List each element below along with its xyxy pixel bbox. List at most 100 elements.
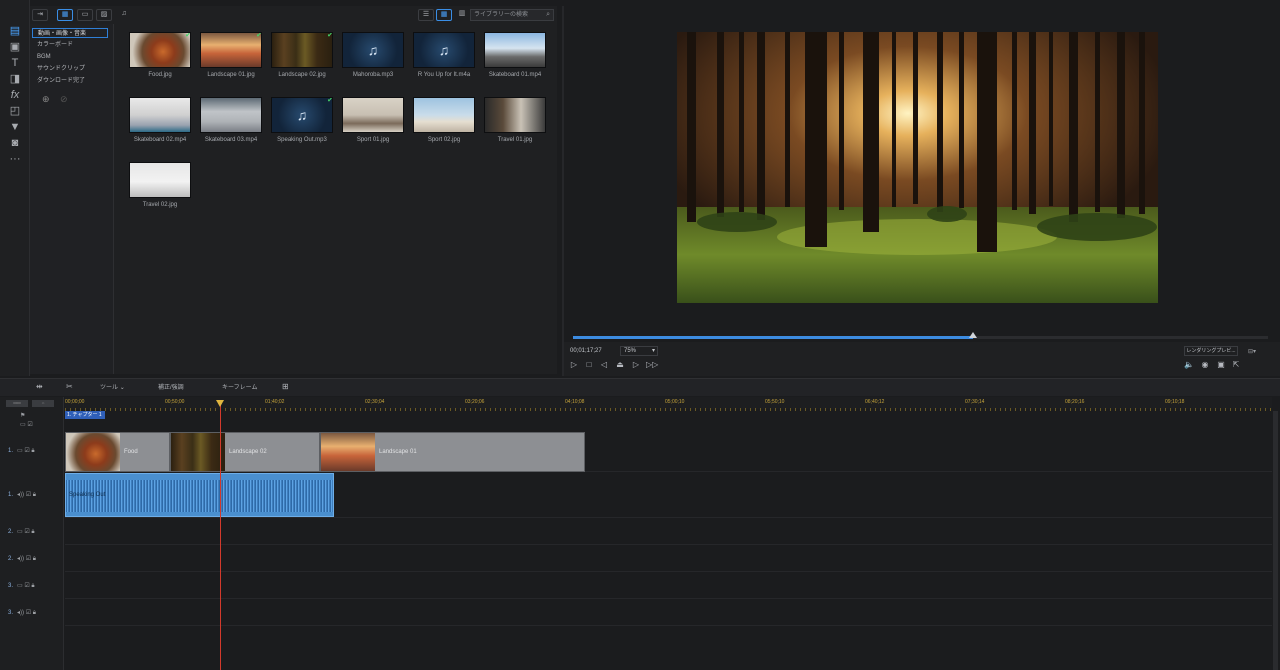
media-tile[interactable]: Sport 01.jpg (342, 97, 404, 145)
playhead-handle[interactable] (216, 400, 224, 407)
stop-icon[interactable]: □ (584, 360, 594, 370)
category-item[interactable]: BGM (32, 52, 108, 62)
ruler-tick-label: 03;20;06 (465, 399, 485, 405)
search-placeholder: ライブラリーの検索 (474, 12, 529, 18)
snapshot-clip-icon[interactable]: ⏏ (615, 360, 625, 370)
tools-menu[interactable]: ツール ⌄ (100, 382, 125, 391)
timeline-vscrollbar[interactable] (1273, 411, 1278, 670)
video-track-header[interactable]: 2. ▭ ☑ 🔒︎ (8, 528, 35, 536)
3d-icon[interactable]: ▣ (1216, 360, 1226, 370)
grid-view-icon[interactable]: ▦ (436, 9, 452, 21)
media-name: Travel 02.jpg (142, 202, 178, 208)
audio-track-header[interactable]: 1. ◂)) ☑ 🔒︎ (8, 491, 36, 499)
media-tile[interactable]: Skateboard 02.mp4 (129, 97, 191, 145)
waveform (66, 480, 333, 512)
clip-thumbnail (321, 433, 375, 471)
timeline-toolbar (0, 378, 1280, 396)
keyframe-button[interactable]: キーフレーム (222, 382, 257, 391)
undock-icon[interactable]: ⇱ (1231, 360, 1241, 370)
timeline-lane[interactable] (65, 599, 1272, 626)
media-name: R You Up for It.m4a (417, 72, 471, 78)
more-icon[interactable]: ··· (8, 152, 22, 166)
filter-all-icon[interactable]: ▦ (57, 9, 73, 21)
transition-icon[interactable]: ◨ (8, 72, 22, 86)
scrubber-handle[interactable] (969, 332, 977, 338)
ruler-tick-label: 01;40;02 (265, 399, 285, 405)
filter-video-icon[interactable]: ▭ (77, 9, 93, 21)
media-tile[interactable]: Skateboard 01.mp4 (484, 32, 546, 80)
audio-track-header[interactable]: 2. ◂)) ☑ 🔒︎ (8, 555, 36, 563)
category-item[interactable]: カラーボード (32, 40, 108, 50)
list-view-icon[interactable]: ☰ (418, 9, 434, 21)
play-icon[interactable]: ▷ (569, 360, 579, 370)
image-thumbnail (413, 97, 475, 133)
category-item[interactable]: 動画・画像・音楽 (32, 28, 108, 38)
media-tile[interactable]: ✔ Landscape 01.jpg (200, 32, 262, 80)
next-frame-icon[interactable]: ▷ (631, 360, 641, 370)
import-icon[interactable]: ⇥ (32, 9, 48, 21)
timeline-lane[interactable] (65, 518, 1272, 545)
fast-forward-icon[interactable]: ▷▷ (646, 360, 658, 370)
category-item[interactable]: ダウンロード完了 (32, 76, 108, 86)
category-item[interactable]: サウンドクリップ (32, 64, 108, 74)
chevron-down-icon: ⌄ (119, 385, 125, 391)
prev-frame-icon[interactable]: ◁ (599, 360, 609, 370)
media-tile[interactable]: Skateboard 03.mp4 (200, 97, 262, 145)
video-thumbnail (484, 32, 546, 68)
sort-icon[interactable]: ▥ (454, 9, 470, 21)
zoom-value: 75% (624, 348, 637, 354)
fx-icon[interactable]: fx (8, 88, 22, 102)
video-track-header[interactable]: 3. ▭ ☑ 🔒︎ (8, 582, 35, 590)
view-toggle-button[interactable]: ▭▭ (6, 400, 28, 407)
media-tile[interactable]: ✔ Landscape 02.jpg (271, 32, 333, 80)
video-clip[interactable]: Landscape 02 (170, 432, 320, 472)
chapter-marker[interactable]: 1. チャプター 1 (65, 411, 105, 419)
video-clip[interactable]: Food (65, 432, 170, 472)
category-panel: 動画・画像・音楽 カラーボード BGM サウンドクリップ ダウンロード完了 ⊕ … (30, 24, 114, 374)
video-track-header[interactable]: 1. ▭ ☑ 🔒︎ (8, 447, 35, 455)
cut-icon[interactable]: ✂ (66, 382, 73, 391)
display-mode-icon[interactable]: ⊟▾ (1248, 348, 1256, 355)
media-icon[interactable]: ▤ (8, 24, 22, 38)
media-tile[interactable]: Sport 02.jpg (413, 97, 475, 145)
media-tile[interactable]: ✔ Food.jpg (129, 32, 191, 80)
media-tile[interactable]: Travel 01.jpg (484, 97, 546, 145)
media-name: Sport 02.jpg (427, 137, 461, 143)
library-search-input[interactable]: ライブラリーの検索 ⌕ (470, 9, 554, 21)
zoom-select[interactable]: 75% ▾ (620, 346, 658, 356)
filter-music-icon[interactable]: ♫ (116, 9, 132, 21)
overlay-icon[interactable]: ◰ (8, 104, 22, 118)
delete-tag-icon[interactable]: ⊘ (60, 94, 68, 105)
split-track-icon[interactable]: ⇹ (36, 382, 43, 391)
filter-image-icon[interactable]: ▨ (96, 9, 112, 21)
in-use-check-icon: ✔ (256, 32, 262, 39)
add-tag-icon[interactable]: ⊕ (42, 94, 50, 105)
render-preview-button[interactable]: レンダリングプレビ... (1184, 346, 1238, 356)
fit-timeline-button[interactable]: ⇔ (32, 400, 54, 407)
media-tile[interactable]: Travel 02.jpg (129, 162, 191, 210)
timecode: 00;01;17;27 (570, 348, 602, 354)
media-name: Landscape 02.jpg (278, 72, 326, 78)
music-note-icon: ♫ (367, 42, 379, 58)
media-tile[interactable]: ♫ ✔ Speaking Out.mp3 (271, 97, 333, 145)
library-toolbar: ⇥ ▦ ▭ ▨ ♫ ☰ ▦ ▥ ライブラリーの検索 ⌕ (30, 6, 557, 24)
media-tile[interactable]: ♫ Mahoroba.mp3 (342, 32, 404, 80)
particle-icon[interactable]: ▼ (8, 120, 22, 134)
video-clip[interactable]: Landscape 01 (320, 432, 585, 472)
volume-icon[interactable]: 🔈 (1184, 360, 1194, 370)
audio-track-header[interactable]: 3. ◂)) ☑ 🔒︎ (8, 609, 36, 617)
clip-label: Food (124, 449, 138, 455)
timeline-lane[interactable] (65, 572, 1272, 599)
subtitle-icon[interactable]: ◙ (8, 136, 22, 150)
music-thumbnail: ♫ (342, 32, 404, 68)
audio-track-icon: ◂)) ☑ 🔒︎ (17, 492, 36, 498)
camera-icon[interactable]: ◉ (1200, 360, 1210, 370)
title-icon[interactable]: T (8, 56, 22, 70)
timeline-lane[interactable] (65, 545, 1272, 572)
in-use-check-icon: ✔ (185, 32, 191, 39)
audio-clip[interactable]: Speaking Out (65, 473, 334, 517)
film-icon[interactable]: ▣ (8, 40, 22, 54)
fix-enhance-button[interactable]: 補正/強調 (158, 382, 184, 391)
timeline-options-icon[interactable]: ⊞ (282, 382, 289, 391)
media-tile[interactable]: ♫ R You Up for It.m4a (413, 32, 475, 80)
